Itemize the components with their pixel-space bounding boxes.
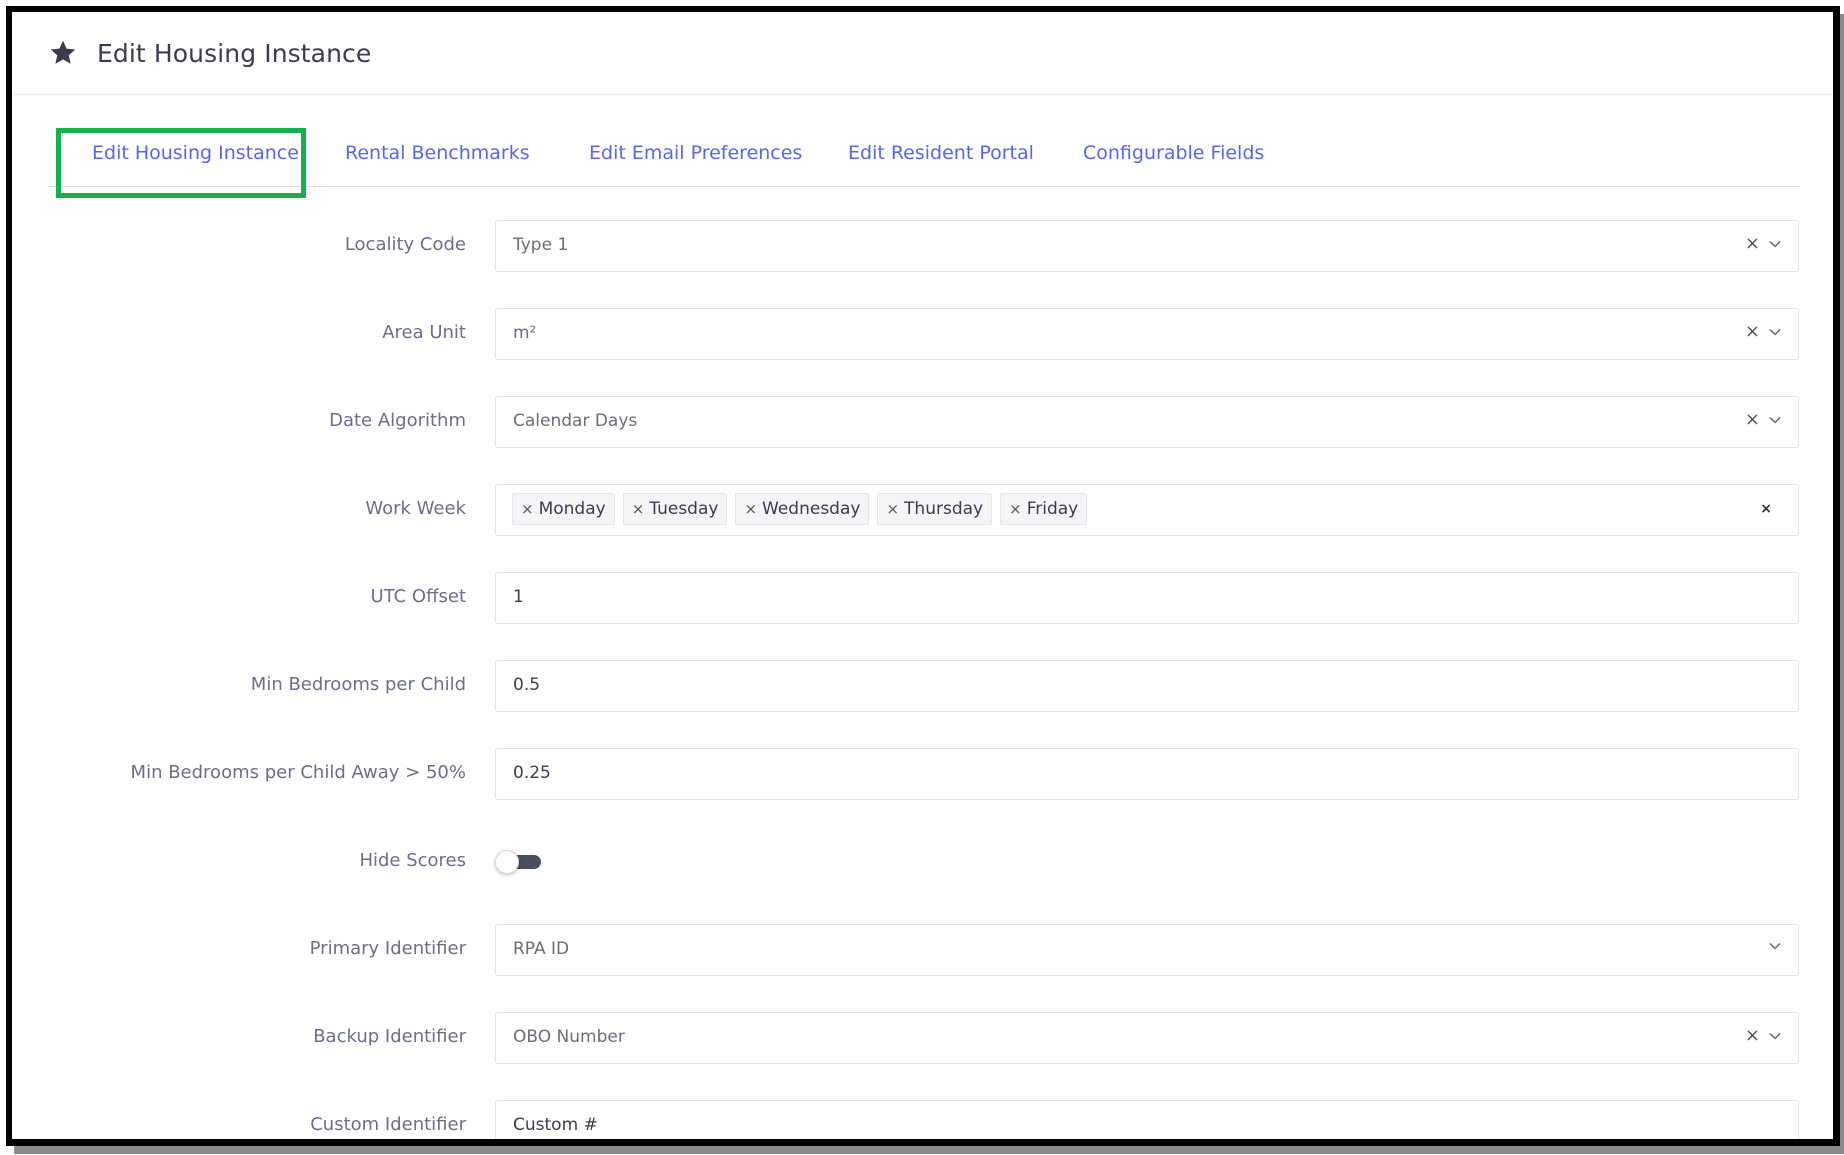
form-row-utc-offset: UTC Offset 1 (12, 572, 1812, 624)
tag-label: Wednesday (762, 499, 861, 519)
form-row-date-algorithm: Date Algorithm Calendar Days × (12, 396, 1812, 448)
min-bedrooms-child-away-input[interactable]: 0.25 (495, 748, 1799, 800)
min-bedrooms-child-input[interactable]: 0.5 (495, 660, 1799, 712)
locality-code-select[interactable]: Type 1 × (495, 220, 1799, 272)
utc-offset-label: UTC Offset (370, 586, 466, 607)
toggle-knob (495, 850, 519, 874)
locality-code-value: Type 1 (513, 235, 569, 255)
area-unit-label: Area Unit (382, 322, 466, 343)
date-algorithm-label: Date Algorithm (329, 410, 466, 431)
form-row-hide-scores: Hide Scores (12, 836, 1812, 888)
form-row-min-bedrooms-child: Min Bedrooms per Child 0.5 (12, 660, 1812, 712)
tab-edit-housing-instance[interactable]: Edit Housing Instance (92, 142, 299, 164)
tab-configurable-fields[interactable]: Configurable Fields (1083, 142, 1264, 164)
primary-identifier-select[interactable]: RPA ID (495, 924, 1799, 976)
star-icon (50, 40, 76, 64)
backup-identifier-label: Backup Identifier (313, 1026, 466, 1047)
locality-code-label: Locality Code (344, 234, 466, 255)
work-week-label: Work Week (365, 498, 466, 519)
tab-edit-resident-portal[interactable]: Edit Resident Portal (848, 142, 1034, 164)
form-row-custom-identifier: Custom Identifier Custom # (12, 1100, 1812, 1139)
tag-label: Thursday (904, 499, 984, 519)
primary-identifier-value: RPA ID (513, 939, 570, 959)
form-row-min-bedrooms-child-away: Min Bedrooms per Child Away > 50% 0.25 (12, 748, 1812, 800)
tag-label: Friday (1026, 499, 1079, 519)
remove-tag-icon[interactable]: × (886, 500, 899, 518)
form-row-area-unit: Area Unit m² × (12, 308, 1812, 360)
clear-icon[interactable]: × (1745, 235, 1760, 253)
remove-tag-icon[interactable]: × (632, 500, 645, 518)
form-row-work-week: Work Week × Monday × Tuesday × Wednesday… (12, 484, 1812, 536)
remove-tag-icon[interactable]: × (744, 500, 757, 518)
work-week-tags: × Monday × Tuesday × Wednesday × Thursda… (512, 493, 1088, 525)
form-row-locality-code: Locality Code Type 1 × (12, 220, 1812, 272)
custom-identifier-input[interactable]: Custom # (495, 1100, 1799, 1139)
utc-offset-value: 1 (513, 587, 524, 607)
tag-thursday: × Thursday (877, 493, 993, 525)
custom-identifier-value: Custom # (513, 1115, 598, 1135)
tab-edit-email-preferences[interactable]: Edit Email Preferences (589, 142, 802, 164)
page-header: Edit Housing Instance (12, 12, 1833, 95)
min-bedrooms-child-label: Min Bedrooms per Child (250, 674, 466, 695)
tab-rental-benchmarks[interactable]: Rental Benchmarks (345, 142, 530, 164)
work-week-multiselect[interactable]: × Monday × Tuesday × Wednesday × Thursda… (495, 484, 1799, 536)
tag-tuesday: × Tuesday (622, 493, 728, 525)
page-title: Edit Housing Instance (97, 39, 372, 68)
min-bedrooms-child-value: 0.5 (513, 675, 541, 695)
form-row-backup-identifier: Backup Identifier OBO Number × (12, 1012, 1812, 1064)
chevron-down-icon[interactable] (1768, 1029, 1782, 1043)
tag-label: Monday (538, 499, 606, 519)
hide-scores-toggle[interactable] (495, 850, 543, 876)
chevron-down-icon[interactable] (1768, 237, 1782, 251)
chevron-down-icon[interactable] (1768, 939, 1782, 953)
backup-identifier-value: OBO Number (513, 1027, 625, 1047)
min-bedrooms-child-away-value: 0.25 (513, 763, 551, 783)
clear-icon[interactable]: × (1745, 1027, 1760, 1045)
clear-all-icon[interactable]: × (1760, 501, 1772, 517)
hide-scores-label: Hide Scores (359, 850, 466, 871)
area-unit-value: m² (513, 323, 537, 343)
primary-identifier-label: Primary Identifier (309, 938, 466, 959)
area-unit-select[interactable]: m² × (495, 308, 1799, 360)
date-algorithm-select[interactable]: Calendar Days × (495, 396, 1799, 448)
tag-monday: × Monday (512, 493, 615, 525)
remove-tag-icon[interactable]: × (521, 500, 534, 518)
tag-friday: × Friday (1000, 493, 1088, 525)
backup-identifier-select[interactable]: OBO Number × (495, 1012, 1799, 1064)
tab-bar: Edit Housing Instance Rental Benchmarks … (48, 122, 1800, 198)
clear-icon[interactable]: × (1745, 323, 1760, 341)
custom-identifier-label: Custom Identifier (310, 1114, 466, 1135)
tag-label: Tuesday (649, 499, 719, 519)
utc-offset-input[interactable]: 1 (495, 572, 1799, 624)
app-window: Edit Housing Instance Edit Housing Insta… (6, 6, 1840, 1146)
min-bedrooms-child-away-label: Min Bedrooms per Child Away > 50% (130, 762, 466, 783)
chevron-down-icon[interactable] (1768, 413, 1782, 427)
chevron-down-icon[interactable] (1768, 325, 1782, 339)
clear-icon[interactable]: × (1745, 411, 1760, 429)
date-algorithm-value: Calendar Days (513, 411, 638, 431)
remove-tag-icon[interactable]: × (1009, 500, 1022, 518)
tag-wednesday: × Wednesday (735, 493, 870, 525)
form-row-primary-identifier: Primary Identifier RPA ID (12, 924, 1812, 976)
